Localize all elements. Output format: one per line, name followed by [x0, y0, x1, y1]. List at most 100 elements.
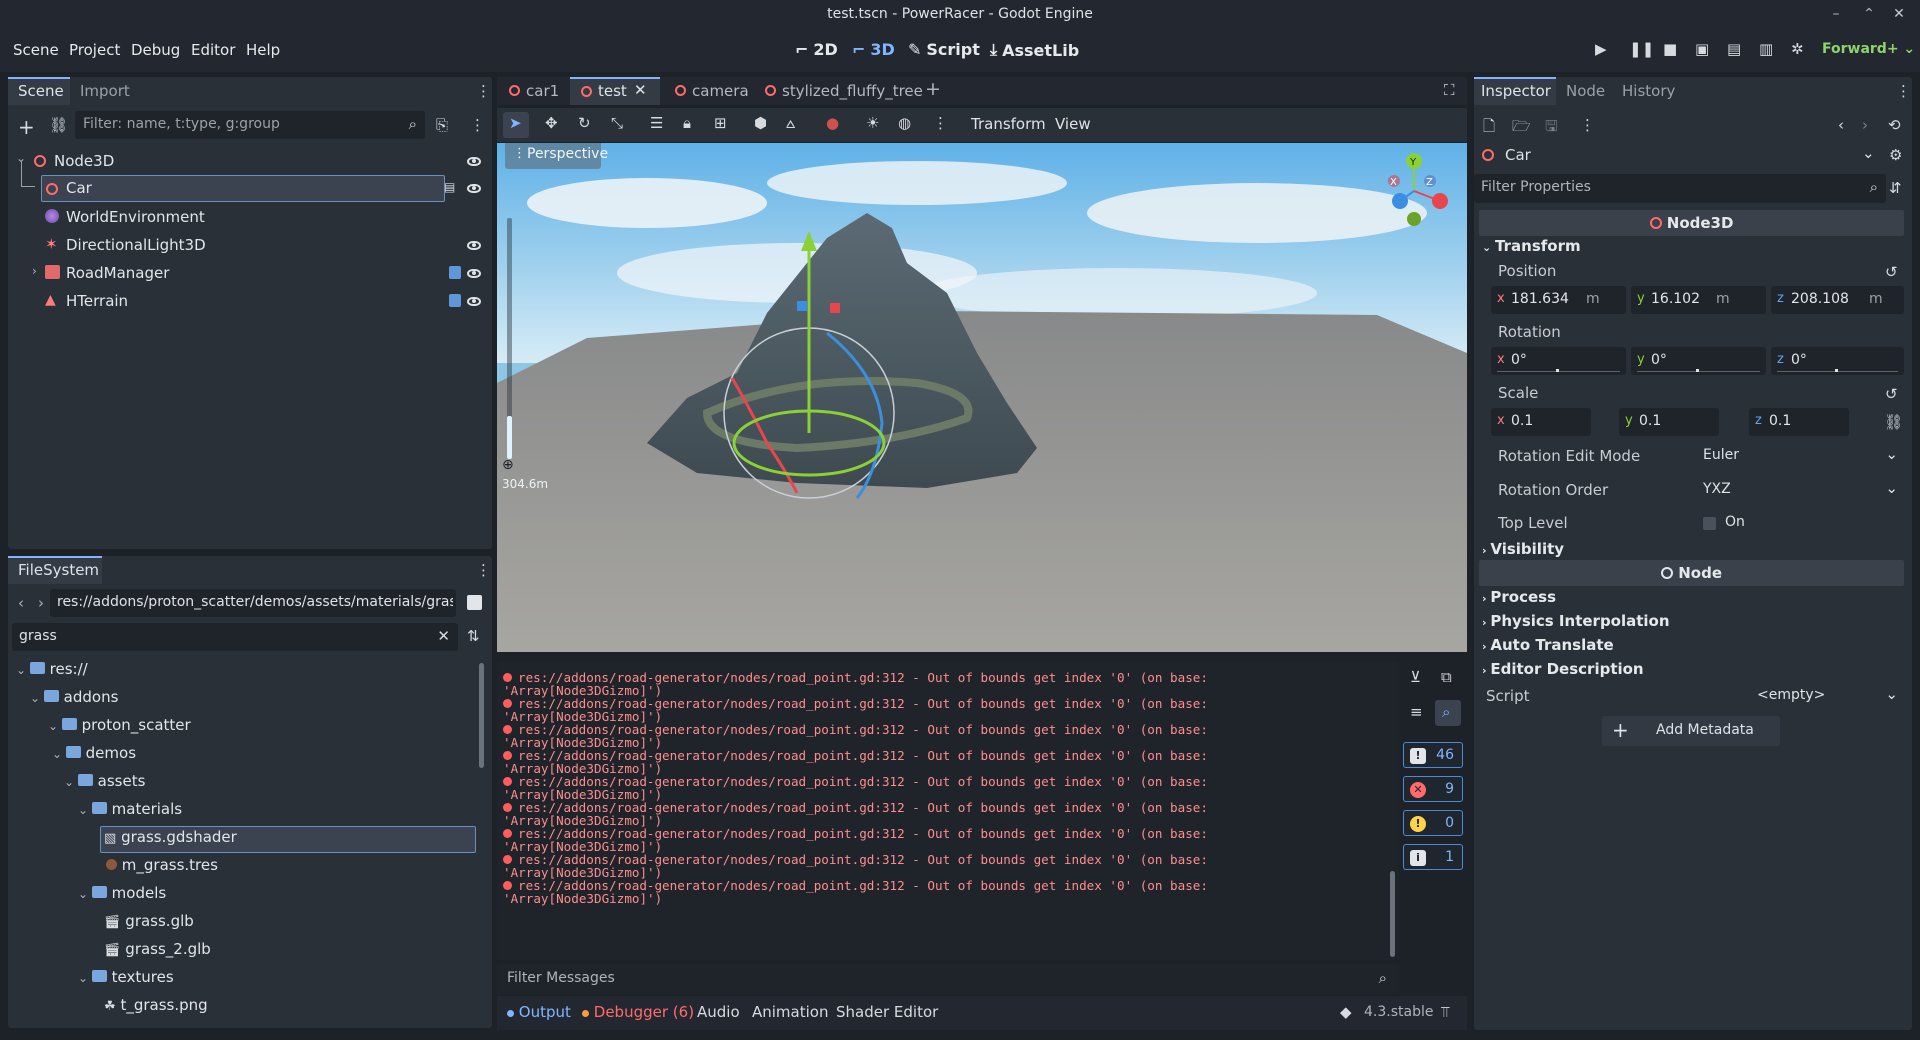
- rotation-order-select[interactable]: YXZ ⌄: [1697, 477, 1904, 505]
- file-tree-item[interactable]: 🎬︎ grass.glb: [104, 912, 194, 936]
- object-history-icon[interactable]: ⟲: [1888, 116, 1901, 134]
- transform-menu[interactable]: Transform: [971, 115, 1046, 133]
- file-tree-item-selected[interactable]: ▧ grass.gdshader: [104, 828, 237, 852]
- slider-grabber[interactable]: [1556, 369, 1559, 372]
- tab-output[interactable]: Output: [507, 1003, 571, 1021]
- remote-debug-icon[interactable]: ▣: [1695, 40, 1709, 58]
- tab-animation[interactable]: Animation: [752, 1003, 828, 1021]
- scale-x-field[interactable]: x 0.1: [1491, 408, 1591, 436]
- forward-icon[interactable]: ›: [38, 594, 44, 612]
- visibility-eye-icon[interactable]: [467, 157, 481, 166]
- local-space-icon[interactable]: ⬢: [754, 114, 767, 132]
- filter-warnings-button[interactable]: ! 0: [1403, 810, 1463, 836]
- workspace-3d-button[interactable]: ⌐ 3D: [852, 40, 895, 59]
- open-resource-icon[interactable]: 🗁︎: [1512, 116, 1531, 141]
- save-resource-icon[interactable]: 🖫︎: [1545, 116, 1558, 141]
- object-selector[interactable]: Car ⌄: [1474, 141, 1886, 170]
- tab-shader-editor[interactable]: Shader Editor: [836, 1003, 938, 1021]
- expand-panel-icon[interactable]: ⫪: [1441, 1003, 1449, 1021]
- new-resource-icon[interactable]: 🗋︎: [1483, 116, 1495, 141]
- scale-tool-icon[interactable]: ⤡: [611, 114, 623, 132]
- section-visibility[interactable]: › Visibility: [1482, 540, 1564, 558]
- zoom-slider[interactable]: [507, 218, 512, 459]
- script-attached-icon[interactable]: [449, 294, 461, 307]
- file-tree-item[interactable]: ☘ t_grass.png: [104, 996, 208, 1020]
- property-options-icon[interactable]: ⇵: [1889, 179, 1902, 197]
- search-toggle-icon[interactable]: ⌕: [1442, 703, 1450, 721]
- snap-icon[interactable]: ⩟: [786, 114, 795, 132]
- filter-properties-input[interactable]: Filter Properties ⌕: [1474, 174, 1886, 203]
- filter-errors-button[interactable]: ✕ 9: [1403, 776, 1463, 802]
- tab-node[interactable]: Node: [1566, 82, 1605, 100]
- minimize-icon[interactable]: –: [1822, 0, 1850, 28]
- file-tree-item[interactable]: m_grass.tres: [106, 856, 218, 880]
- select-tool-icon[interactable]: ➤: [509, 114, 522, 132]
- file-tree-item[interactable]: ⌄ proton_scatter: [48, 716, 191, 740]
- filter-all-button[interactable]: ! 46: [1403, 742, 1463, 768]
- scene-filter-input[interactable]: Filter: name, t:type, g:group ⌕: [75, 111, 425, 139]
- close-window-icon[interactable]: ✕: [1885, 0, 1913, 28]
- tree-node-hterrain[interactable]: ▲ HTerrain: [8, 288, 492, 314]
- section-auto-translate[interactable]: › Auto Translate: [1482, 636, 1614, 654]
- section-process[interactable]: › Process: [1482, 588, 1556, 606]
- link-scale-icon[interactable]: ⛓: [1884, 413, 1903, 431]
- script-select[interactable]: <empty> ⌄: [1697, 683, 1904, 711]
- tab-debugger[interactable]: Debugger (6): [582, 1003, 694, 1021]
- add-metadata-button[interactable]: + Add Metadata: [1602, 716, 1780, 746]
- rotation-x-field[interactable]: x 0°: [1491, 347, 1626, 375]
- menu-scene[interactable]: Scene: [13, 41, 59, 59]
- scene-tab-stylized-fluffy-tree[interactable]: stylized_fluffy_tree: [753, 77, 923, 105]
- revert-icon[interactable]: ↺: [1885, 385, 1898, 403]
- dock-menu-icon[interactable]: ⋮: [1896, 82, 1911, 100]
- workspace-script-button[interactable]: ✎ Script: [908, 40, 980, 59]
- file-tree-item[interactable]: ⌄ addons: [30, 688, 118, 712]
- tree-node-car[interactable]: Car ▤: [8, 175, 492, 202]
- link-icon[interactable]: ⛓: [49, 116, 68, 134]
- close-tab-icon[interactable]: ✕: [634, 81, 647, 99]
- filter-info-button[interactable]: i1: [1403, 844, 1463, 870]
- move-tool-icon[interactable]: ✥: [545, 114, 558, 132]
- dock-menu-icon[interactable]: ⋮: [476, 82, 491, 100]
- top-level-checkbox[interactable]: On: [1697, 510, 1904, 538]
- copy-log-icon[interactable]: ⧉: [1441, 668, 1452, 686]
- resource-menu-icon[interactable]: ⋮: [1580, 116, 1595, 134]
- stop-icon[interactable]: ■: [1663, 40, 1677, 58]
- dock-menu-icon[interactable]: ⋮: [476, 561, 491, 579]
- visibility-eye-icon[interactable]: [467, 184, 481, 193]
- file-tree-item[interactable]: 🎬︎ grass_2.glb: [104, 940, 211, 964]
- position-x-field[interactable]: x 181.634 m: [1491, 286, 1626, 314]
- open-scene-icon[interactable]: ▤: [444, 180, 455, 194]
- visibility-eye-icon[interactable]: [467, 241, 481, 250]
- script-attached-icon[interactable]: [449, 266, 461, 279]
- tree-node-node3d[interactable]: ⌄ Node3D: [8, 148, 492, 174]
- scene-tab-test[interactable]: test ✕: [570, 77, 660, 105]
- file-tree-item[interactable]: ⌄ assets: [64, 772, 145, 796]
- preview-camera-icon[interactable]: ●: [826, 114, 839, 132]
- scene-tab-car1[interactable]: car1: [497, 77, 567, 105]
- filesystem-scrollbar[interactable]: [479, 663, 484, 768]
- section-physics-interpolation[interactable]: › Physics Interpolation: [1482, 612, 1670, 630]
- back-icon[interactable]: ‹: [18, 594, 24, 612]
- viewport-3d[interactable]: ⋮ Perspective ⊕ 304.6m Y Z X: [497, 143, 1467, 652]
- scale-z-field[interactable]: z 0.1: [1749, 408, 1849, 436]
- filter-messages-input[interactable]: Filter Messages ⌕: [497, 964, 1399, 994]
- add-tab-icon[interactable]: +: [925, 78, 941, 100]
- play-icon[interactable]: ▶: [1595, 40, 1607, 58]
- file-search-input[interactable]: grass ✕: [12, 623, 458, 651]
- view-menu[interactable]: View: [1055, 115, 1091, 133]
- tree-node-worldenvironment[interactable]: WorldEnvironment: [8, 204, 492, 230]
- scene-tab-camera[interactable]: camera: [665, 77, 749, 105]
- position-z-field[interactable]: z 208.108 m: [1771, 286, 1904, 314]
- sun-toggle-icon[interactable]: ☀: [866, 114, 879, 132]
- file-tree-item[interactable]: ⌄ res://: [16, 660, 88, 684]
- orientation-gizmo[interactable]: Y Z X: [1377, 153, 1452, 228]
- rotation-edit-mode-select[interactable]: Euler ⌄: [1697, 443, 1904, 471]
- object-props-icon[interactable]: ⚙: [1889, 146, 1902, 164]
- group-icon[interactable]: ⊞: [714, 114, 727, 132]
- output-scrollbar[interactable]: [1390, 871, 1395, 957]
- restore-icon[interactable]: ⌃: [1855, 0, 1883, 28]
- revert-icon[interactable]: ↺: [1885, 263, 1898, 281]
- file-tree-item[interactable]: ⌄ materials: [78, 800, 182, 824]
- pause-icon[interactable]: ❚❚: [1629, 40, 1654, 58]
- rotation-y-field[interactable]: y 0°: [1631, 347, 1766, 375]
